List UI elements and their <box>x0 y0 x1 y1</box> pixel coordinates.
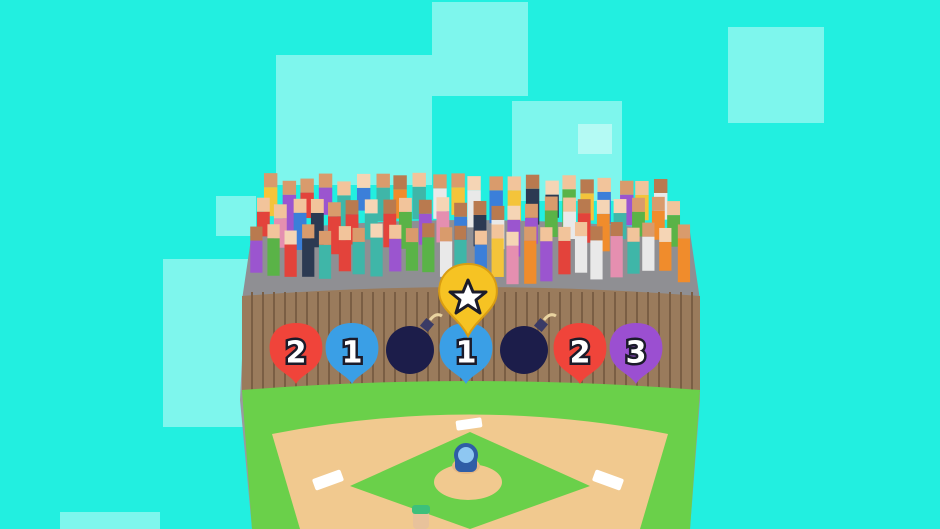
batter <box>412 505 430 529</box>
crowd-fan <box>352 227 365 275</box>
crowd-fan <box>506 231 519 285</box>
crowd-fan <box>659 227 672 271</box>
crowd-fan <box>302 224 315 277</box>
crowd-fan <box>610 222 623 278</box>
balloon-number: 1 <box>342 336 363 371</box>
crowd-fan <box>627 227 640 274</box>
crowd-fan <box>389 224 402 272</box>
balloon-number: 1 <box>456 336 477 371</box>
crowd-fan <box>491 224 504 277</box>
game-scene[interactable]: 21123 <box>0 0 940 529</box>
crowd-fan <box>524 226 537 284</box>
crowd-fan <box>422 223 435 273</box>
balloon-number: 2 <box>286 336 307 371</box>
crowd-fan <box>642 222 655 271</box>
crowd-fan <box>284 230 297 277</box>
balloon-number: 3 <box>626 336 647 371</box>
crowd-fan <box>405 228 419 271</box>
crowd-fan <box>338 226 352 272</box>
crowd-fan <box>250 226 263 273</box>
balloon-number: 2 <box>570 336 591 371</box>
crowd-fan <box>540 227 553 282</box>
crowd-fan <box>677 224 691 283</box>
crowd-fan <box>318 230 332 279</box>
crowd-fan <box>370 223 383 277</box>
crowd-fan <box>590 226 603 280</box>
crowd-fan <box>558 226 571 275</box>
crowd-fan <box>267 224 280 276</box>
crowd-fan <box>574 222 588 273</box>
pitcher <box>452 443 480 474</box>
